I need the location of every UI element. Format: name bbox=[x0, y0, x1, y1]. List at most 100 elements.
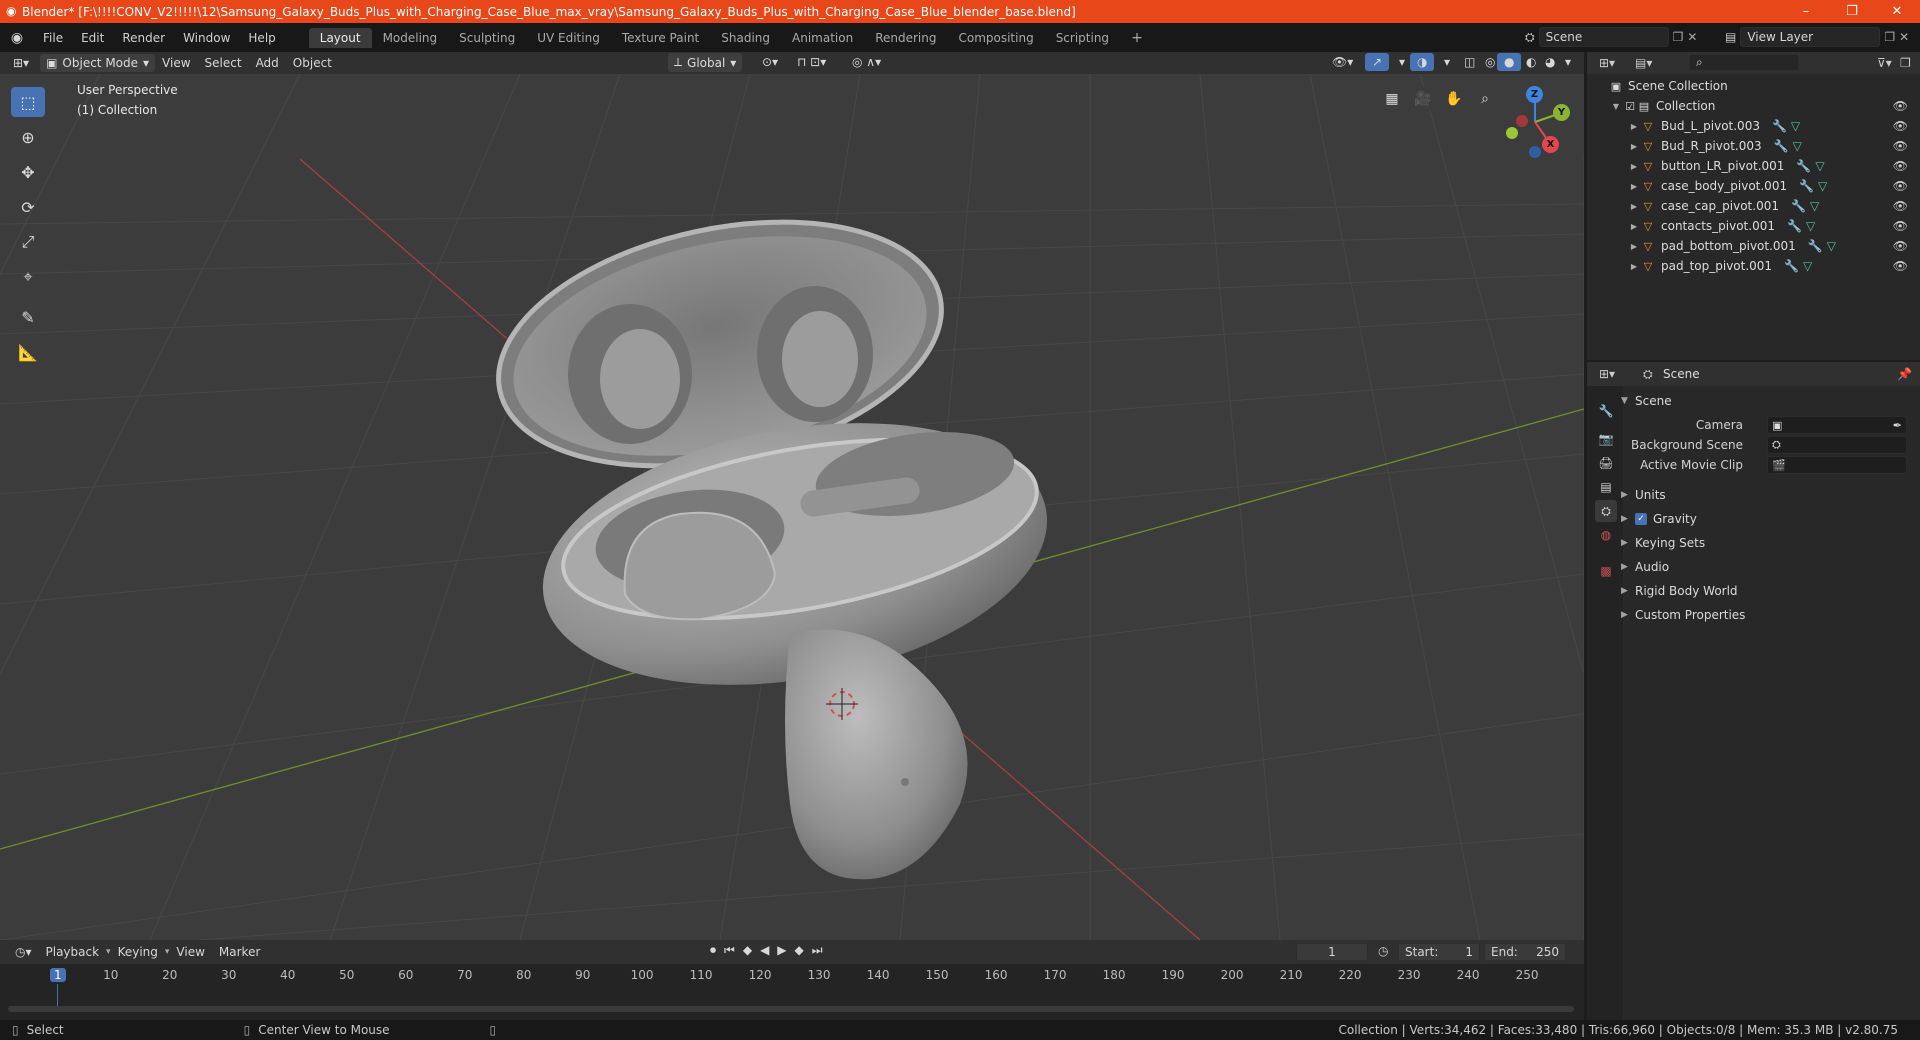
timeline-editor-type-icon[interactable]: ◷▾ bbox=[8, 943, 39, 961]
outliner-object-row[interactable]: ▶ ▽ Bud_R_pivot.003 🔧 ▽ 👁 bbox=[1587, 136, 1920, 156]
close-window-button[interactable]: ✕ bbox=[1874, 0, 1920, 23]
gizmo-z-axis[interactable]: Z bbox=[1526, 86, 1543, 103]
editor-type-icon[interactable]: ⊞▾ bbox=[6, 54, 36, 72]
maximize-button[interactable]: ❐ bbox=[1829, 0, 1875, 23]
remove-view-layer-icon[interactable]: ✕ bbox=[1899, 30, 1909, 44]
menu-file[interactable]: File bbox=[34, 31, 72, 45]
eye-icon[interactable]: 👁 bbox=[1893, 259, 1908, 273]
outliner-collection[interactable]: ▼ ☑ ▤ Collection 👁 bbox=[1587, 96, 1920, 116]
scale-tool[interactable]: ⤢ bbox=[11, 227, 45, 257]
eye-icon[interactable]: 👁 bbox=[1893, 239, 1908, 253]
outliner-object-row[interactable]: ▶ ▽ button_LR_pivot.001 🔧 ▽ 👁 bbox=[1587, 156, 1920, 176]
proportional-editing-icon[interactable]: ◎ ∧▾ bbox=[845, 53, 888, 71]
mode-selector[interactable]: ▣ Object Mode ▾ bbox=[40, 54, 156, 72]
jump-start-icon[interactable]: ⏮ bbox=[724, 943, 735, 958]
expand-arrow-icon[interactable]: ▼ bbox=[1609, 99, 1623, 113]
texture-tab[interactable]: ▩ bbox=[1595, 560, 1617, 582]
outliner-object-row[interactable]: ▶ ▽ case_body_pivot.001 🔧 ▽ 👁 bbox=[1587, 176, 1920, 196]
outliner-editor-type-icon[interactable]: ⊞▾ bbox=[1599, 56, 1615, 70]
camera-field[interactable]: ▣ ✒ bbox=[1767, 416, 1907, 434]
eye-icon[interactable]: 👁 bbox=[1893, 199, 1908, 213]
scene-tab[interactable]: ⛭ bbox=[1595, 500, 1617, 522]
background-scene-field[interactable]: ⛭ bbox=[1767, 436, 1907, 454]
eye-icon[interactable]: 👁 bbox=[1893, 159, 1908, 173]
outliner-object-row[interactable]: ▶ ▽ Bud_L_pivot.003 🔧 ▽ 👁 bbox=[1587, 116, 1920, 136]
tab-modeling[interactable]: Modeling bbox=[372, 28, 449, 48]
record-icon[interactable]: ⏺ bbox=[710, 943, 716, 958]
expand-arrow-icon[interactable]: ▶ bbox=[1627, 259, 1641, 273]
measure-tool[interactable]: 📐 bbox=[11, 337, 45, 367]
expand-arrow-icon[interactable]: ▶ bbox=[1627, 239, 1641, 253]
toggle-perspective-button[interactable]: ▦ bbox=[1379, 86, 1405, 112]
current-frame-field[interactable]: 1 bbox=[1296, 943, 1368, 961]
properties-subpanel[interactable]: ▶ Keying Sets bbox=[1621, 532, 1911, 554]
tab-texture-paint[interactable]: Texture Paint bbox=[611, 28, 710, 48]
filter-icon[interactable]: ⊽▾ bbox=[1877, 56, 1892, 70]
eyedropper-icon[interactable]: ✒ bbox=[1893, 419, 1902, 432]
world-tab[interactable]: ◍ bbox=[1595, 524, 1617, 546]
expand-arrow-icon[interactable]: ▶ bbox=[1627, 159, 1641, 173]
minimize-button[interactable]: – bbox=[1783, 0, 1829, 23]
tab-layout[interactable]: Layout bbox=[308, 27, 372, 48]
eye-icon[interactable]: 👁 bbox=[1893, 179, 1908, 193]
tab-uv-editing[interactable]: UV Editing bbox=[526, 28, 611, 48]
properties-subpanel[interactable]: ▶ ✓ Gravity bbox=[1621, 508, 1911, 530]
timeline-scrollbar[interactable] bbox=[8, 1006, 1574, 1012]
output-tab[interactable]: 🖨 bbox=[1595, 452, 1617, 474]
properties-editor-type-icon[interactable]: ⊞▾ bbox=[1599, 367, 1615, 381]
menu-marker[interactable]: Marker bbox=[212, 943, 267, 961]
transform-orientation-selector[interactable]: ⟂ Global ▾ bbox=[668, 53, 743, 72]
scene-selector[interactable]: Scene bbox=[1538, 27, 1669, 47]
rotate-tool[interactable]: ⟳ bbox=[11, 192, 45, 222]
new-collection-icon[interactable]: ❐ bbox=[1900, 56, 1911, 70]
outliner-object-row[interactable]: ▶ ▽ pad_bottom_pivot.001 🔧 ▽ 👁 bbox=[1587, 236, 1920, 256]
tool-tab[interactable]: 🔧 bbox=[1595, 400, 1617, 422]
next-keyframe-icon[interactable]: ◆ bbox=[795, 943, 804, 958]
menu-window[interactable]: Window bbox=[174, 31, 239, 45]
start-frame-field[interactable]: Start: 1 bbox=[1398, 943, 1480, 961]
gizmo-toggle-icon[interactable]: ↗ bbox=[1365, 53, 1390, 71]
tab-shading[interactable]: Shading bbox=[710, 28, 781, 48]
jump-end-icon[interactable]: ⏭ bbox=[812, 943, 823, 958]
pin-icon[interactable]: 📌 bbox=[1897, 367, 1912, 381]
view-layer-tab[interactable]: ▤ bbox=[1595, 476, 1617, 498]
outliner-search-input[interactable]: ⌕ bbox=[1689, 54, 1799, 71]
outliner-object-row[interactable]: ▶ ▽ contacts_pivot.001 🔧 ▽ 👁 bbox=[1587, 216, 1920, 236]
gizmo-y-axis[interactable]: Y bbox=[1553, 104, 1570, 121]
menu-render[interactable]: Render bbox=[113, 31, 174, 45]
menu-select[interactable]: Select bbox=[198, 54, 249, 72]
snap-icon[interactable]: ⊓ ⊡▾ bbox=[790, 53, 833, 71]
overlays-options-icon[interactable]: ▾ bbox=[1437, 53, 1457, 71]
menu-help[interactable]: Help bbox=[239, 31, 284, 45]
tab-scripting[interactable]: Scripting bbox=[1045, 28, 1120, 48]
move-tool[interactable]: ✥ bbox=[11, 157, 45, 187]
overlays-toggle-icon[interactable]: ◑ bbox=[1410, 53, 1435, 71]
expand-arrow-icon[interactable]: ▶ bbox=[1627, 219, 1641, 233]
expand-arrow-icon[interactable]: ▶ bbox=[1627, 179, 1641, 193]
properties-subpanel[interactable]: ▶ Audio bbox=[1621, 556, 1911, 578]
scene-panel-header[interactable]: ▼ Scene bbox=[1621, 390, 1911, 412]
checkbox-icon[interactable]: ☑ bbox=[1623, 99, 1637, 113]
remove-scene-icon[interactable]: ✕ bbox=[1687, 30, 1697, 44]
play-reverse-icon[interactable]: ◀ bbox=[760, 943, 769, 958]
menu-object[interactable]: Object bbox=[286, 54, 339, 72]
end-frame-field[interactable]: End: 250 bbox=[1484, 943, 1566, 961]
display-mode-icon[interactable]: ▤▾ bbox=[1635, 56, 1652, 70]
pan-view-button[interactable]: ✋ bbox=[1441, 86, 1467, 112]
solid-shading-icon[interactable]: ● bbox=[1497, 53, 1522, 71]
menu-playback[interactable]: Playback bbox=[39, 943, 107, 961]
annotate-tool[interactable]: ✎ bbox=[11, 302, 45, 332]
menu-view-timeline[interactable]: View bbox=[169, 943, 211, 961]
blender-menu-icon[interactable]: ◉ bbox=[0, 30, 34, 46]
eye-icon[interactable]: 👁 bbox=[1893, 139, 1908, 153]
menu-view[interactable]: View bbox=[155, 54, 197, 72]
cursor-tool[interactable]: ⊕ bbox=[11, 122, 45, 152]
tab-sculpting[interactable]: Sculpting bbox=[448, 28, 526, 48]
menu-add[interactable]: Add bbox=[249, 54, 286, 72]
eye-icon[interactable]: 👁 bbox=[1893, 99, 1908, 113]
expand-arrow-icon[interactable]: ▶ bbox=[1627, 199, 1641, 213]
camera-view-button[interactable]: 🎥 bbox=[1410, 86, 1436, 112]
properties-subpanel[interactable]: ▶ Rigid Body World bbox=[1621, 580, 1911, 602]
active-movie-clip-field[interactable]: 🎬 bbox=[1767, 456, 1907, 474]
properties-subpanel[interactable]: ▶ Custom Properties bbox=[1621, 604, 1911, 626]
